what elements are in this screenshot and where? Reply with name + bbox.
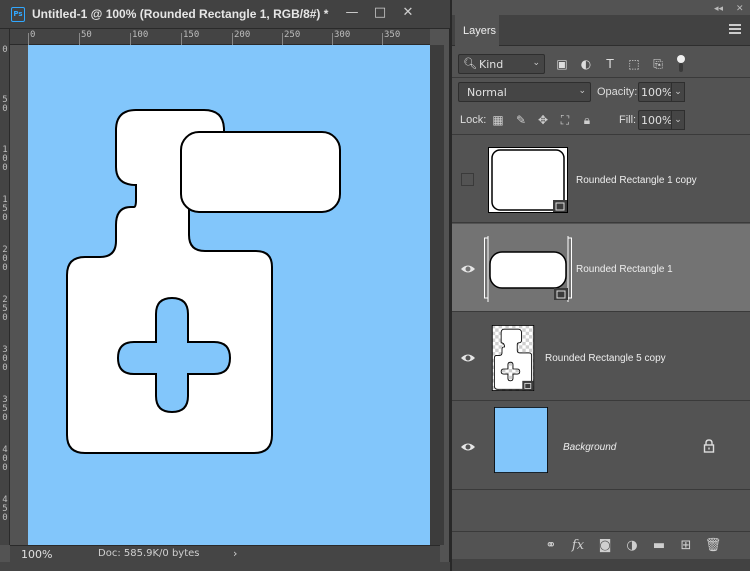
lock-image-pixels-icon[interactable]: ✎ [513,112,529,128]
canvas[interactable] [28,45,430,545]
panel-tab-bar: Layers [452,15,750,46]
smart-object-filter-icon[interactable]: ⎘ [650,56,666,72]
document-tab[interactable]: Ps Untitled-1 @ 100% (Rounded Rectangle … [0,0,450,29]
type-filter-icon[interactable]: T [602,56,618,72]
filter-kind-label: Kind [479,58,504,71]
vertical-scrollbar[interactable] [430,45,444,545]
fx-icon[interactable]: fx [569,537,587,555]
ruler-label: 0 [2,45,8,55]
ruler-label: 350 [384,30,401,40]
fill-label: Fill: [619,114,637,126]
layer-thumbnail [488,147,568,213]
lock-all-icon[interactable]: 🔒︎ [579,112,595,128]
eye-icon [461,265,475,273]
panel-bottom-bar [452,559,750,571]
opacity-label: Opacity: [597,86,638,98]
layer-row[interactable]: Rounded Rectangle 1 [452,224,750,312]
opacity-dropdown-button[interactable]: ⌄ [671,82,685,102]
document-title: Untitled-1 @ 100% (Rounded Rectangle 1, … [32,7,329,21]
layers-panel: ◂◂ ✕ Layers 🔍︎ Kind ⌄ ▣ ◐ T ⬚ ⎘ Normal ⌄… [452,0,750,571]
collapse-panel-icon[interactable]: ◂◂ [714,4,723,14]
layer-thumbnail [494,407,548,473]
filter-toggle-icon[interactable] [676,55,686,73]
layer-row[interactable]: Rounded Rectangle 5 copy [452,313,750,401]
layer-list: Rounded Rectangle 1 copy Rounded Rectang… [452,135,750,492]
ruler-label: 250 [2,295,8,323]
minimize-button[interactable]: — [341,4,363,22]
status-menu-arrow[interactable]: › [233,547,237,560]
lock-label: Lock: [460,114,487,126]
ruler-label: 350 [2,395,8,423]
ruler-label: 200 [234,30,251,40]
layer-row[interactable]: Rounded Rectangle 1 copy [452,135,750,223]
ruler-label: 450 [2,495,8,523]
mask-icon[interactable]: ◙ [596,537,614,555]
ruler-label: 300 [334,30,351,40]
blend-mode-dropdown[interactable]: Normal ⌄ [458,82,591,102]
ruler-label: 100 [2,145,8,173]
visibility-toggle[interactable] [460,262,476,276]
status-bar: 100% Doc: 585.9K/0 bytes › [10,545,440,562]
layer-row[interactable]: Background [452,402,750,490]
layer-thumbnail [491,325,535,391]
new-layer-icon[interactable]: ⊞ [677,537,695,555]
layer-name[interactable]: Rounded Rectangle 1 copy [576,175,697,186]
layer-name[interactable]: Background [563,442,616,453]
horizontal-scrollbar[interactable] [0,562,450,571]
trash-icon[interactable]: 🗑︎ [704,537,722,555]
shape-filter-icon[interactable]: ⬚ [626,56,642,72]
link-icon[interactable]: ⚭ [542,537,560,555]
folder-icon[interactable]: ▬ [650,537,668,555]
zoom-level-field[interactable]: 100% [21,548,52,561]
ruler-label: 300 [2,345,8,373]
ruler-label: 50 [2,95,8,114]
search-icon: 🔍︎ [463,57,477,70]
layer-name[interactable]: Rounded Rectangle 5 copy [545,353,666,364]
ruler-label: 0 [30,30,36,40]
visibility-toggle[interactable] [461,173,474,186]
panel-footer: ⚭ fx ◙ ◑ ▬ ⊞ 🗑︎ [452,532,750,559]
layer-thumbnail [484,236,572,302]
eye-icon [461,443,475,451]
prevent-auto-nesting-icon[interactable]: ⛶ [557,112,573,128]
eye-icon [461,354,475,362]
ruler-label: 100 [132,30,149,40]
pixel-filter-icon[interactable]: ▣ [554,56,570,72]
document-info: Doc: 585.9K/0 bytes [98,548,200,559]
vertical-ruler[interactable]: 0 50 100 150 200 250 300 350 400 450 [0,29,10,545]
filter-kind-dropdown[interactable]: 🔍︎ Kind ⌄ [458,54,545,74]
lock-position-icon[interactable]: ✥ [535,112,551,128]
adjustment-filter-icon[interactable]: ◐ [578,56,594,72]
ruler-label: 250 [284,30,301,40]
opacity-value: 100% [641,86,673,99]
canvas-artwork [66,109,341,454]
visibility-toggle[interactable] [460,440,476,454]
ruler-label: 150 [183,30,200,40]
close-panel-icon[interactable]: ✕ [736,4,744,14]
ruler-label: 150 [2,195,8,223]
lock-icon [703,439,715,453]
ruler-label: 50 [81,30,92,40]
fill-value: 100% [641,114,673,127]
visibility-toggle[interactable] [460,351,476,365]
chevron-down-icon: ⌄ [532,58,540,68]
blend-mode-label: Normal [467,86,507,99]
ruler-label: 200 [2,245,8,273]
panel-menu-icon[interactable] [729,24,741,34]
close-button[interactable]: ✕ [397,4,419,22]
fill-dropdown-button[interactable]: ⌄ [671,110,685,130]
ruler-label: 400 [2,445,8,473]
chevron-down-icon: ⌄ [578,86,586,96]
layer-name[interactable]: Rounded Rectangle 1 [576,264,673,275]
tab-layers[interactable]: Layers [455,15,499,46]
document-window: Ps Untitled-1 @ 100% (Rounded Rectangle … [0,0,450,571]
adjustment-icon[interactable]: ◑ [623,537,641,555]
horizontal-ruler[interactable]: 0 50 100 150 200 250 300 350 [10,29,430,45]
lock-transparent-pixels-icon[interactable]: ▦ [490,112,506,128]
label-rectangle [180,131,341,213]
photoshop-file-icon: Ps [11,7,25,22]
maximize-button[interactable]: □ [369,4,391,22]
